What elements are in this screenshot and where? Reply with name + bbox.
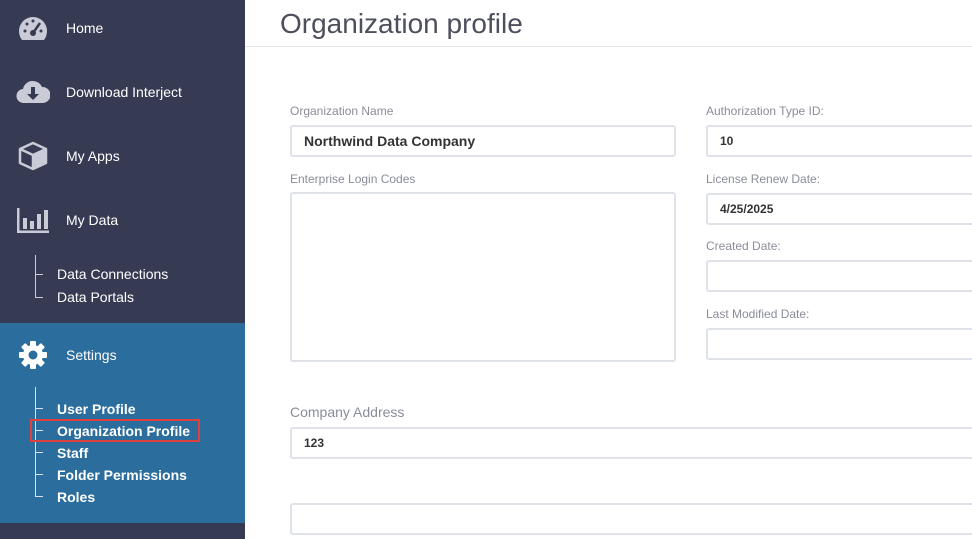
title-divider bbox=[245, 46, 972, 47]
license-renew-label: License Renew Date: bbox=[706, 172, 821, 186]
data-submenu: Data Connections Data Portals bbox=[0, 255, 245, 305]
nav-settings[interactable]: Settings bbox=[0, 323, 245, 387]
org-name-input[interactable]: Northwind Data Company bbox=[290, 125, 676, 157]
sidebar-item-roles[interactable]: Roles bbox=[57, 489, 95, 505]
auth-type-input[interactable]: 10 bbox=[706, 125, 972, 157]
sidebar-footer bbox=[0, 523, 245, 539]
tree-line bbox=[35, 387, 36, 497]
modified-date-input[interactable] bbox=[706, 328, 972, 360]
tree-tick bbox=[35, 452, 43, 453]
nav-apps[interactable]: My Apps bbox=[0, 124, 245, 188]
cube-icon bbox=[16, 139, 50, 173]
gear-icon bbox=[16, 338, 50, 372]
license-renew-input[interactable]: 4/25/2025 bbox=[706, 193, 972, 225]
nav-apps-label: My Apps bbox=[66, 148, 120, 164]
nav-data-label: My Data bbox=[66, 212, 119, 228]
auth-type-value: 10 bbox=[720, 134, 734, 148]
tree-tick bbox=[35, 274, 43, 275]
created-date-label: Created Date: bbox=[706, 239, 781, 253]
settings-section: Settings User Profile Organization Profi… bbox=[0, 323, 245, 523]
auth-type-label: Authorization Type ID: bbox=[706, 104, 824, 118]
enterprise-codes-textarea[interactable] bbox=[290, 192, 676, 362]
tree-tick bbox=[35, 474, 43, 475]
tree-line bbox=[35, 255, 36, 297]
org-name-label: Organization Name bbox=[290, 104, 394, 118]
sidebar-item-folder-permissions[interactable]: Folder Permissions bbox=[57, 467, 187, 483]
modified-date-label: Last Modified Date: bbox=[706, 307, 810, 321]
cloud-download-icon bbox=[16, 75, 50, 109]
nav-download-label: Download Interject bbox=[66, 84, 182, 100]
page-title: Organization profile bbox=[280, 8, 523, 39]
sidebar-item-data-connections[interactable]: Data Connections bbox=[57, 266, 168, 282]
nav-settings-label: Settings bbox=[66, 347, 117, 363]
dashboard-gauge-icon bbox=[16, 11, 50, 45]
tree-tick bbox=[35, 408, 43, 409]
bar-chart-icon bbox=[16, 203, 50, 237]
company-address-line2-input[interactable] bbox=[290, 503, 972, 535]
tree-tick bbox=[35, 297, 43, 298]
sidebar-item-staff[interactable]: Staff bbox=[57, 445, 88, 461]
sidebar: Home Download Interject My Apps My Data … bbox=[0, 0, 245, 539]
enterprise-codes-label: Enterprise Login Codes bbox=[290, 172, 416, 186]
nav-data[interactable]: My Data bbox=[0, 188, 245, 252]
org-name-value: Northwind Data Company bbox=[304, 133, 476, 149]
tree-tick bbox=[35, 496, 43, 497]
company-address-line1-input[interactable]: 123 bbox=[290, 427, 972, 459]
sidebar-item-user-profile[interactable]: User Profile bbox=[57, 401, 136, 417]
license-renew-value: 4/25/2025 bbox=[720, 202, 774, 216]
sidebar-item-organization-profile[interactable]: Organization Profile bbox=[57, 423, 190, 439]
company-address-label: Company Address bbox=[290, 404, 405, 420]
sidebar-item-data-portals[interactable]: Data Portals bbox=[57, 289, 134, 305]
company-address-line1-value: 123 bbox=[304, 436, 325, 450]
nav-home-label: Home bbox=[66, 20, 104, 36]
nav-home[interactable]: Home bbox=[0, 0, 245, 60]
created-date-input[interactable] bbox=[706, 260, 972, 292]
nav-download[interactable]: Download Interject bbox=[0, 60, 245, 124]
